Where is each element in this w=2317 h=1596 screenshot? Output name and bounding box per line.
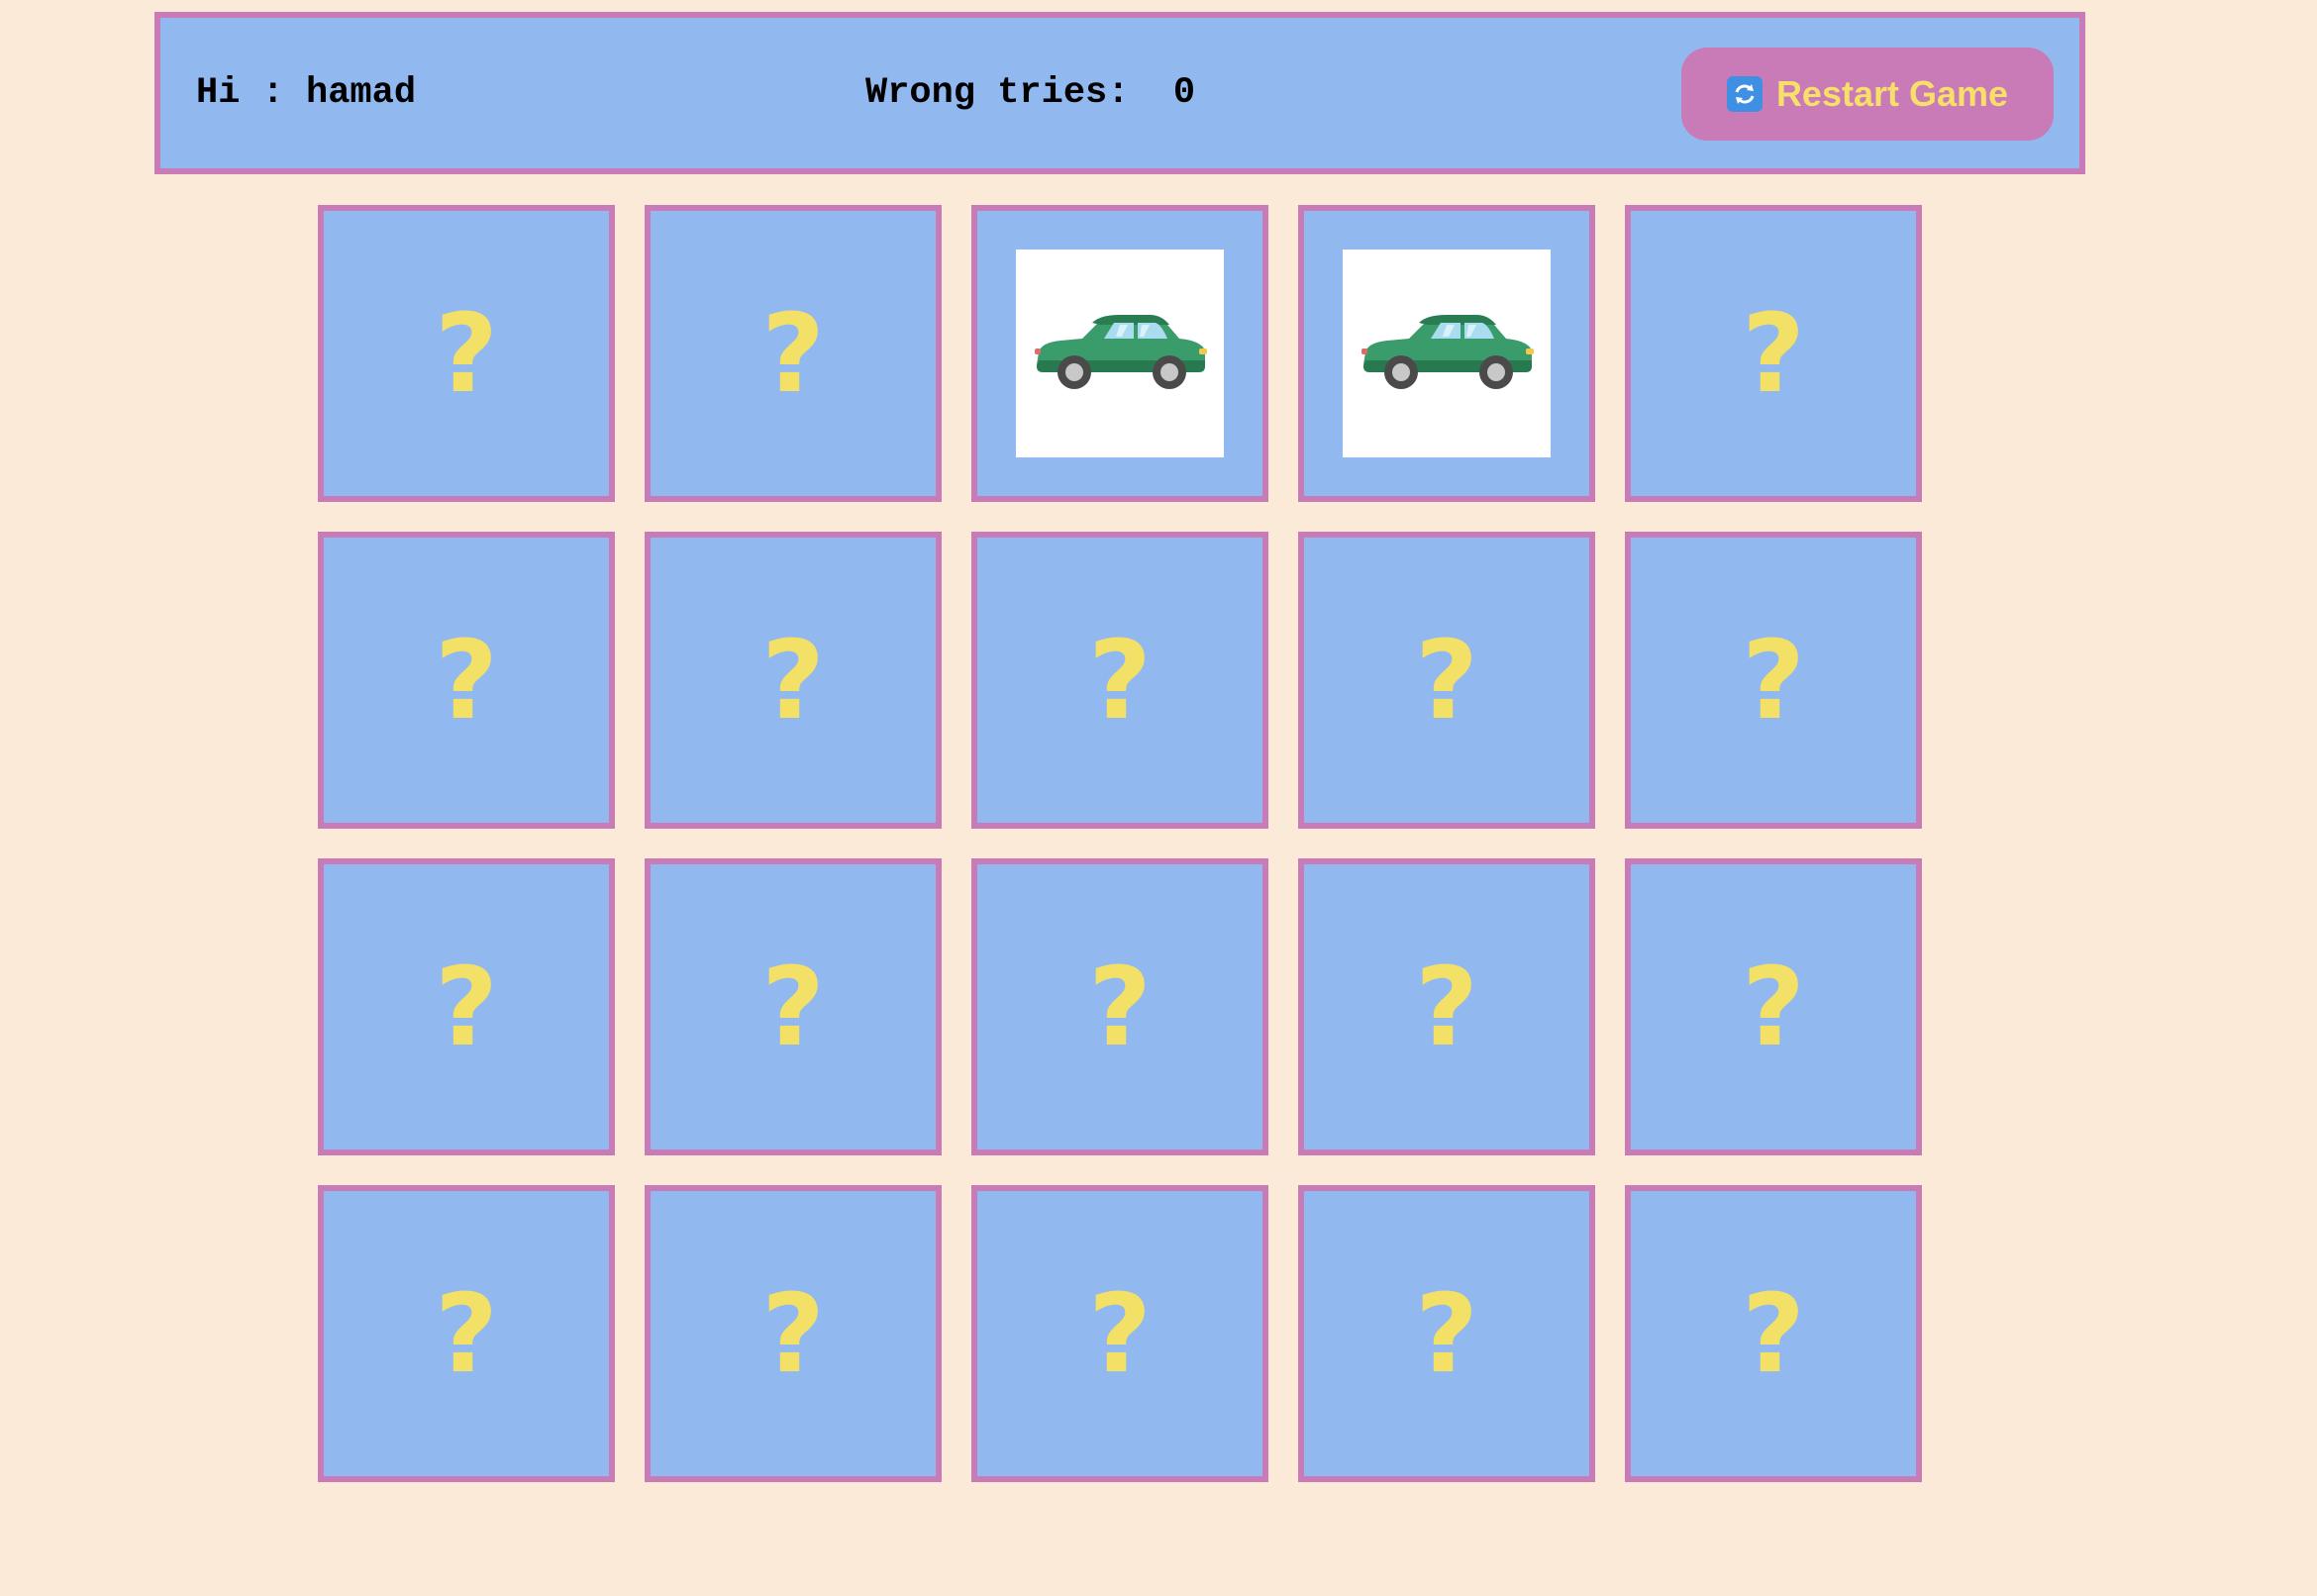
memory-card[interactable]: ? xyxy=(1298,858,1595,1155)
restart-label: Restart Game xyxy=(1775,73,2009,114)
memory-card[interactable]: ? xyxy=(318,858,615,1155)
refresh-icon xyxy=(1726,76,1763,112)
question-mark: ? xyxy=(1742,944,1805,1070)
question-mark: ? xyxy=(1415,1270,1478,1397)
question-mark: ? xyxy=(1415,617,1478,744)
wrong-tries-count: 0 xyxy=(1172,72,1196,114)
memory-card[interactable]: ? xyxy=(1298,1185,1595,1482)
question-mark: ? xyxy=(761,290,825,417)
question-mark: ? xyxy=(761,1270,825,1397)
question-mark: ? xyxy=(761,944,825,1070)
question-mark: ? xyxy=(1742,290,1805,417)
memory-card[interactable]: ? xyxy=(1625,858,1922,1155)
memory-card[interactable]: ? xyxy=(1625,532,1922,829)
question-mark: ? xyxy=(1088,617,1152,744)
car-image xyxy=(1343,249,1551,457)
question-mark: ? xyxy=(435,944,498,1070)
memory-card[interactable]: ? xyxy=(645,858,942,1155)
question-mark: ? xyxy=(1088,944,1152,1070)
memory-card[interactable]: ? xyxy=(1298,532,1595,829)
player-greeting: Hi : hamad xyxy=(196,72,417,114)
memory-card[interactable]: ? xyxy=(1625,205,1922,502)
question-mark: ? xyxy=(435,617,498,744)
memory-card[interactable]: ? xyxy=(645,1185,942,1482)
wrong-tries-label: Wrong tries: xyxy=(865,72,1130,114)
question-mark: ? xyxy=(1742,1270,1805,1397)
question-mark: ? xyxy=(1742,617,1805,744)
memory-card[interactable]: ? xyxy=(318,532,615,829)
memory-card[interactable]: ? xyxy=(971,858,1268,1155)
memory-card[interactable] xyxy=(1298,205,1595,502)
memory-card[interactable]: ? xyxy=(971,532,1268,829)
question-mark: ? xyxy=(435,1270,498,1397)
memory-card[interactable]: ? xyxy=(318,1185,615,1482)
question-mark: ? xyxy=(435,290,498,417)
question-mark: ? xyxy=(761,617,825,744)
card-board: ?? ???? ? ? ? ? ? ? ? ? ? ? ? ? xyxy=(318,205,1922,1482)
memory-card[interactable] xyxy=(971,205,1268,502)
restart-game-button[interactable]: Restart Game xyxy=(1681,48,2054,141)
memory-card[interactable]: ? xyxy=(1625,1185,1922,1482)
memory-card[interactable]: ? xyxy=(318,205,615,502)
game-header: Hi : hamad Wrong tries: 0 Restart Game xyxy=(154,12,2085,174)
car-image xyxy=(1016,249,1224,457)
question-mark: ? xyxy=(1088,1270,1152,1397)
memory-card[interactable]: ? xyxy=(645,532,942,829)
question-mark: ? xyxy=(1415,944,1478,1070)
memory-card[interactable]: ? xyxy=(645,205,942,502)
memory-card[interactable]: ? xyxy=(971,1185,1268,1482)
wrong-tries: Wrong tries: 0 xyxy=(865,75,1195,112)
